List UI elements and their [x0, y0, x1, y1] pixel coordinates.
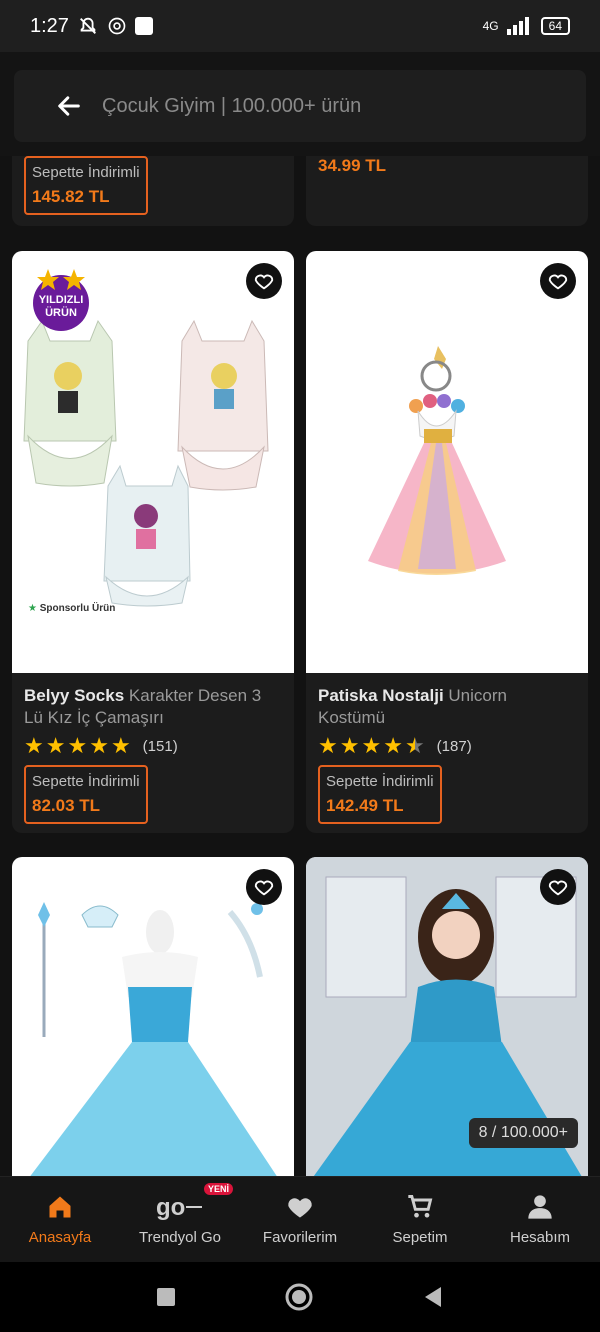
- product-image[interactable]: YILDIZLI ÜRÜN ★ Sponsorlu Ürün: [12, 251, 294, 673]
- nav-item-account[interactable]: Hesabım: [480, 1177, 600, 1262]
- price-label: Sepette İndirimli: [32, 164, 140, 181]
- recents-button[interactable]: [157, 1288, 175, 1306]
- svg-text:go: go: [156, 1194, 185, 1221]
- nav-label: Trendyol Go: [139, 1229, 221, 1246]
- star-icon: ★: [383, 733, 403, 758]
- price-box: Sepette İndirimli 82.03 TL: [24, 765, 148, 824]
- favorite-button[interactable]: [540, 263, 576, 299]
- nav-label: Sepetim: [392, 1229, 448, 1246]
- nav-item-home[interactable]: Anasayfa: [0, 1177, 120, 1262]
- star-half-icon: ★: [404, 733, 425, 758]
- product-name: Patiska Nostalji Unicorn Kostümü: [318, 685, 578, 729]
- battery-indicator: 64: [540, 17, 570, 35]
- heart-icon: [288, 1198, 312, 1218]
- svg-text:YILDIZLI: YILDIZLI: [39, 294, 84, 306]
- product-card[interactable]: [12, 857, 294, 1176]
- nav-label: Anasayfa: [28, 1229, 92, 1246]
- status-bar: 1:27 4G 64: [0, 0, 600, 52]
- star-icon: ★: [318, 733, 338, 758]
- nav-item-cart[interactable]: Sepetim: [360, 1177, 480, 1262]
- status-time: 1:27: [30, 14, 69, 37]
- nav-item-trendyol-go[interactable]: go YENİ Trendyol Go: [120, 1177, 240, 1262]
- product-counter: 8 / 100.000+: [468, 1118, 578, 1148]
- heart-outline-icon: [254, 274, 274, 290]
- network-type: 4G: [482, 19, 499, 33]
- star-icon: ★: [24, 733, 44, 758]
- back-arrow-icon[interactable]: [44, 92, 94, 120]
- product-illustration: [30, 902, 277, 1176]
- product-card[interactable]: Patiska Nostalji Unicorn Kostümü ★ ★ ★ ★…: [306, 251, 588, 833]
- review-count: (187): [436, 737, 472, 755]
- at-icon: [108, 17, 126, 35]
- home-icon: [49, 1196, 71, 1218]
- product-card[interactable]: YILDIZLI ÜRÜN ★ Sponsorlu Ürün Belyy Soc…: [12, 251, 294, 833]
- favorite-button[interactable]: [246, 263, 282, 299]
- rating: ★ ★ ★ ★ ★ (187): [318, 733, 578, 759]
- home-circle-button[interactable]: [285, 1283, 313, 1311]
- top-bar: Çocuk Giyim | 100.000+ ürün: [0, 52, 600, 156]
- bottom-nav: Anasayfa go YENİ Trendyol Go Favorilerim…: [0, 1176, 600, 1262]
- favorite-button[interactable]: [540, 869, 576, 905]
- cart-icon: [408, 1195, 433, 1218]
- price-box: Sepette İndirimli 142.49 TL: [318, 765, 442, 824]
- heart-outline-icon: [548, 274, 568, 290]
- price-label: Sepette İndirimli: [326, 773, 434, 790]
- product-image[interactable]: [306, 251, 588, 673]
- review-count: (151): [142, 737, 178, 755]
- star-icon: ★: [45, 733, 66, 758]
- mute-icon: [79, 17, 96, 34]
- heart-outline-icon: [254, 880, 274, 896]
- new-badge: YENİ: [204, 1183, 234, 1195]
- star-icon: ★: [361, 733, 382, 758]
- product-grid: Sepette İndirimli 145.82 TL 34.99 TL YIL…: [0, 156, 600, 1176]
- price: 82.03 TL: [32, 796, 101, 815]
- star-icon: ★: [110, 733, 131, 758]
- system-nav-bar: [0, 1262, 600, 1332]
- price: 145.82 TL: [32, 187, 110, 206]
- page-title: Çocuk Giyim | 100.000+ ürün: [102, 94, 362, 117]
- svg-text:ÜRÜN: ÜRÜN: [45, 306, 77, 319]
- price-label: Sepette İndirimli: [32, 773, 140, 790]
- sponsored-label: ★ Sponsorlu Ürün: [28, 603, 116, 614]
- product-card-prev-right[interactable]: 34.99 TL: [306, 156, 588, 226]
- nav-item-favorites[interactable]: Favorilerim: [240, 1177, 360, 1262]
- yildizli-urun-badge: YILDIZLI ÜRÜN: [26, 265, 96, 331]
- signal-icon: [506, 17, 529, 35]
- search-bar[interactable]: Çocuk Giyim | 100.000+ ürün: [14, 70, 586, 142]
- notification-icon: [134, 17, 153, 35]
- product-brand: Belyy Socks: [24, 686, 125, 705]
- nav-label: Hesabım: [509, 1229, 571, 1246]
- price-box: Sepette İndirimli 145.82 TL: [24, 156, 148, 215]
- user-icon: [528, 1195, 552, 1219]
- back-triangle-button[interactable]: [423, 1286, 443, 1308]
- product-name: Belyy Socks Karakter Desen 3 Lü Kız İç Ç…: [24, 685, 284, 729]
- favorite-button[interactable]: [246, 869, 282, 905]
- star-icon: ★: [67, 733, 88, 758]
- star-icon: ★: [89, 733, 109, 758]
- product-image[interactable]: [12, 857, 294, 1176]
- price: 142.49 TL: [326, 796, 404, 815]
- rating: ★ ★ ★ ★ ★ (151): [24, 733, 284, 759]
- product-card-prev-left[interactable]: Sepette İndirimli 145.82 TL: [12, 156, 294, 226]
- product-illustration: [368, 346, 506, 575]
- nav-label: Favorilerim: [262, 1229, 338, 1246]
- star-icon: ★: [28, 603, 37, 614]
- go-icon: go: [156, 1194, 202, 1221]
- product-brand: Patiska Nostalji: [318, 686, 444, 705]
- star-icon: ★: [339, 733, 360, 758]
- heart-outline-icon: [548, 880, 568, 896]
- price: 34.99 TL: [318, 156, 387, 175]
